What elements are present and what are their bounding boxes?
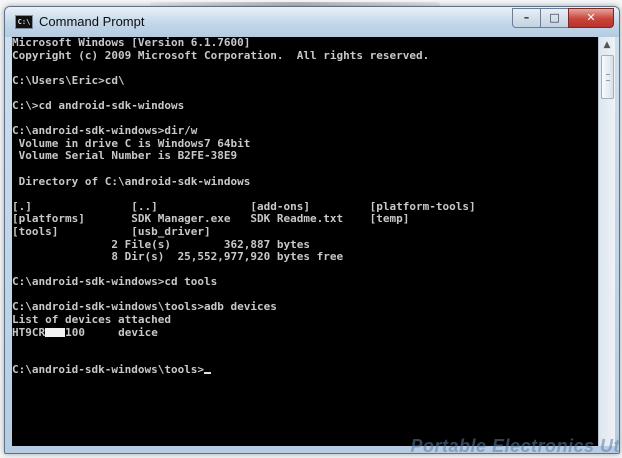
device-serial-suffix: 100 device — [65, 325, 158, 339]
console-line: [tools] [usb_driver] — [12, 224, 211, 238]
console-output[interactable]: Microsoft Windows [Version 6.1.7600] Copy… — [12, 36, 598, 446]
caption-buttons: – □ ✕ — [512, 8, 614, 28]
command-prompt-window: C:\ Command Prompt – □ ✕ Microsoft Windo… — [4, 6, 620, 454]
command-prompt-text: C:\android-sdk-windows\tools> — [12, 363, 205, 377]
close-button[interactable]: ✕ — [568, 8, 614, 28]
prompt-line: C:\android-sdk-windows\tools> — [12, 364, 598, 377]
minimize-button[interactable]: – — [512, 8, 541, 28]
scrollbar-thumb[interactable] — [601, 55, 614, 99]
watermark: Portable Electronics Ut — [410, 436, 620, 456]
console-line: 8 Dir(s) 25,552,977,920 bytes free — [12, 250, 344, 264]
console-line: C:\Users\Eric>cd\ — [12, 73, 125, 87]
console-line: C:\android-sdk-windows>dir/w — [12, 124, 198, 138]
console-line: C:\android-sdk-windows>cd tools — [12, 275, 218, 289]
console-line: Microsoft Windows [Version 6.1.7600] — [12, 36, 251, 49]
vertical-scrollbar[interactable]: ▲ — [598, 37, 615, 446]
console-line: Directory of C:\android-sdk-windows — [12, 174, 251, 188]
redacted-serial — [45, 327, 66, 337]
command-prompt-icon: C:\ — [15, 15, 33, 29]
console-text: Microsoft Windows [Version 6.1.7600] Copy… — [12, 36, 598, 377]
device-serial-prefix: HT9CR — [12, 325, 46, 339]
text-cursor — [204, 372, 212, 375]
window-title: Command Prompt — [39, 14, 145, 29]
console-line: Copyright (c) 2009 Microsoft Corporation… — [12, 48, 430, 62]
console-line: C:\>cd android-sdk-windows — [12, 98, 185, 112]
maximize-button[interactable]: □ — [540, 8, 569, 28]
grip-icon — [606, 74, 610, 81]
device-line: HT9CR 100 device — [12, 325, 598, 340]
title-bar[interactable]: C:\ Command Prompt – □ ✕ — [5, 7, 619, 37]
console-line: Volume Serial Number is B2FE-38E9 — [12, 149, 238, 163]
scroll-up-icon[interactable]: ▲ — [601, 39, 613, 51]
